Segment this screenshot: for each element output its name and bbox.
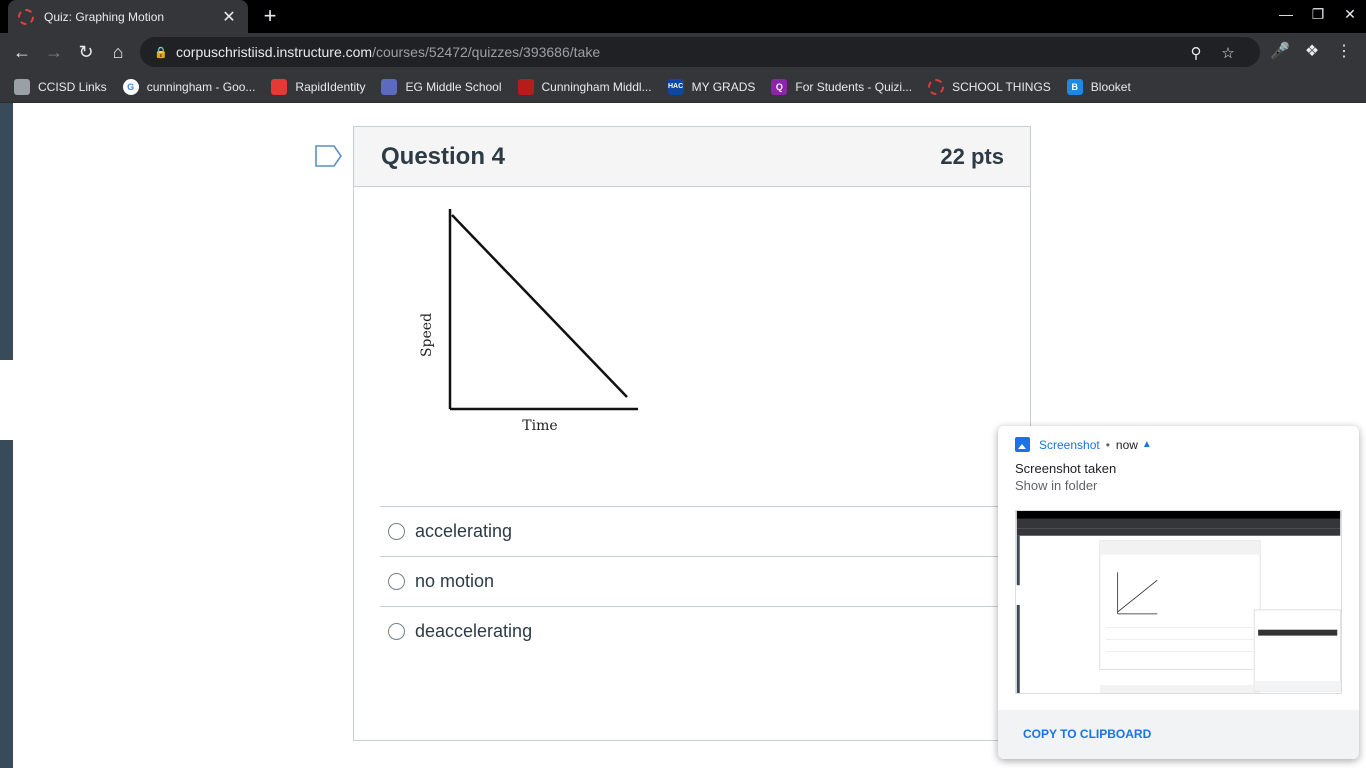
zoom-icon[interactable]: ⚲ xyxy=(1188,44,1204,62)
tab-strip: Quiz: Graphing Motion ✕ + — ❐ ✕ xyxy=(0,0,1366,33)
radio-button[interactable] xyxy=(388,623,405,640)
screenshot-notification: Screenshot • now ▲ Screenshot taken Show… xyxy=(998,426,1359,759)
notification-header: Screenshot • now ▲ xyxy=(1015,437,1152,452)
school-things-icon xyxy=(928,78,945,95)
bookmark-label: For Students - Quizi... xyxy=(795,79,913,94)
show-in-folder-link[interactable]: Show in folder xyxy=(1015,478,1097,493)
rapididentity-icon xyxy=(271,78,288,95)
notification-time: now xyxy=(1115,437,1138,452)
radio-button[interactable] xyxy=(388,523,405,540)
cunningham-icon xyxy=(517,78,534,95)
bookmark-label: RapidIdentity xyxy=(295,79,366,94)
hac-icon: HAC xyxy=(667,78,684,95)
question-card: Question 4 22 pts Speed Time acceleratin… xyxy=(353,126,1031,741)
bookmark-quizizz[interactable]: Q For Students - Quizi... xyxy=(771,78,913,95)
answer-option[interactable]: no motion xyxy=(380,556,1030,606)
answer-label: accelerating xyxy=(415,521,513,541)
new-tab-button[interactable]: + xyxy=(258,4,282,28)
back-icon[interactable]: ← xyxy=(11,41,33,63)
extensions-icon[interactable]: ❖ xyxy=(1302,41,1322,61)
canvas-favicon-icon xyxy=(18,8,34,25)
bookmark-ccisd-links[interactable]: CCISD Links xyxy=(14,78,107,95)
minimize-icon[interactable]: — xyxy=(1276,6,1296,22)
google-icon: G xyxy=(122,78,139,95)
menu-icon[interactable]: ⋮ xyxy=(1334,41,1354,61)
graph-xlabel: Time xyxy=(522,418,557,434)
left-nav-rail xyxy=(0,103,13,768)
home-icon[interactable]: ⌂ xyxy=(107,41,129,63)
separator-dot: • xyxy=(1105,437,1110,452)
bookmark-label: MY GRADS xyxy=(691,79,756,94)
bookmark-cunningham-google[interactable]: G cunningham - Goo... xyxy=(122,78,256,95)
notification-footer: COPY TO CLIPBOARD xyxy=(998,710,1359,759)
question-header: Question 4 22 pts xyxy=(354,127,1030,187)
answer-label: no motion xyxy=(415,571,495,591)
tab-title: Quiz: Graphing Motion xyxy=(44,9,165,24)
question-points: 22 pts xyxy=(940,143,1004,169)
bookmark-school-things[interactable]: SCHOOL THINGS xyxy=(928,78,1051,95)
folder-icon xyxy=(14,78,30,95)
url-path: /courses/52472/quizzes/393686/take xyxy=(372,44,601,60)
screenshot-thumbnail[interactable] xyxy=(1015,510,1342,694)
school-icon xyxy=(381,78,398,95)
browser-toolbar: ← → ↻ ⌂ 🔒 corpuschristiisd.instructure.c… xyxy=(0,33,1366,71)
speed-time-graph: Speed Time xyxy=(419,209,638,434)
bookmark-eg-middle-school[interactable]: EG Middle School xyxy=(381,78,502,95)
restore-icon[interactable]: ❐ xyxy=(1308,6,1328,23)
answer-option[interactable]: accelerating xyxy=(380,506,1030,556)
image-icon xyxy=(1015,437,1030,452)
bookmark-label: Blooket xyxy=(1090,79,1131,94)
notification-title: Screenshot taken xyxy=(1015,461,1117,476)
answer-list: accelerating no motion deaccelerating xyxy=(380,506,1030,656)
bookmark-rapididentity[interactable]: RapidIdentity xyxy=(271,78,366,95)
bookmark-label: EG Middle School xyxy=(405,79,502,94)
bookmark-label: SCHOOL THINGS xyxy=(952,79,1051,94)
bookmark-label: Cunningham Middl... xyxy=(541,79,652,94)
bookmark-star-icon[interactable]: ☆ xyxy=(1220,44,1236,62)
notification-source: Screenshot xyxy=(1039,437,1100,452)
tab-close-icon[interactable]: ✕ xyxy=(220,7,238,27)
browser-tab[interactable]: Quiz: Graphing Motion ✕ xyxy=(8,0,248,33)
bookmark-label: CCISD Links xyxy=(38,79,107,94)
bookmarks-bar: CCISD Links G cunningham - Goo... RapidI… xyxy=(0,71,1366,103)
url-host: corpuschristiisd.instructure.com xyxy=(176,44,373,60)
flag-question-icon[interactable] xyxy=(315,145,343,167)
question-title: Question 4 xyxy=(381,142,506,170)
reload-icon[interactable]: ↻ xyxy=(75,41,97,63)
bookmark-my-grads[interactable]: HAC MY GRADS xyxy=(667,78,756,95)
address-bar[interactable]: 🔒 corpuschristiisd.instructure.com/cours… xyxy=(140,37,1260,67)
answer-option[interactable]: deaccelerating xyxy=(380,606,1030,656)
graph-ylabel: Speed xyxy=(419,313,435,357)
copy-to-clipboard-button[interactable]: COPY TO CLIPBOARD xyxy=(1023,727,1151,741)
answer-label: deaccelerating xyxy=(415,621,533,641)
forward-icon[interactable]: → xyxy=(43,41,65,63)
microphone-icon[interactable]: 🎤 xyxy=(1270,41,1290,61)
lock-icon: 🔒 xyxy=(154,47,168,59)
bookmark-blooket[interactable]: B Blooket xyxy=(1066,78,1131,95)
bookmark-cunningham-middle[interactable]: Cunningham Middl... xyxy=(517,78,652,95)
radio-button[interactable] xyxy=(388,573,405,590)
chevron-up-icon[interactable]: ▲ xyxy=(1142,439,1152,450)
bookmark-label: cunningham - Goo... xyxy=(146,79,256,94)
window-close-icon[interactable]: ✕ xyxy=(1340,6,1360,23)
blooket-icon: B xyxy=(1066,78,1083,95)
quizizz-icon: Q xyxy=(771,78,788,95)
